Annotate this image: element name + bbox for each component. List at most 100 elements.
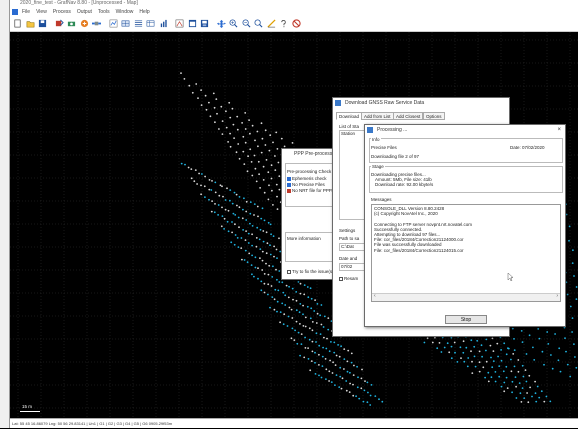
trajectory-point xyxy=(277,289,280,292)
trajectory-point xyxy=(291,327,294,330)
trajectory-point xyxy=(465,346,468,349)
grid-icon[interactable] xyxy=(120,18,131,29)
save-icon[interactable] xyxy=(37,18,48,29)
trajectory-point xyxy=(231,221,233,223)
ppp-try-fix-checkbox[interactable]: Try to fix the issue(s) xyxy=(287,269,334,274)
trajectory-point xyxy=(278,270,281,272)
trajectory-point xyxy=(522,375,525,378)
app-icon xyxy=(12,8,18,15)
scroll-right-icon[interactable]: › xyxy=(556,293,558,299)
menu-view[interactable]: View xyxy=(36,9,47,15)
trajectory-point xyxy=(310,297,313,300)
stop-icon[interactable] xyxy=(291,18,302,29)
trajectory-point xyxy=(313,310,316,312)
satellite-icon[interactable] xyxy=(91,18,102,29)
tab-download[interactable]: Download xyxy=(336,112,363,120)
measure-icon[interactable] xyxy=(266,18,277,29)
trajectory-point xyxy=(492,360,495,362)
trajectory-point xyxy=(340,387,343,390)
tab-add-closest[interactable]: Add Closest xyxy=(393,112,424,120)
trajectory-point xyxy=(265,252,268,255)
help-icon[interactable] xyxy=(278,18,289,29)
export-icon[interactable] xyxy=(199,18,210,29)
new-icon[interactable] xyxy=(12,18,23,29)
trajectory-point xyxy=(571,262,574,264)
trajectory-point xyxy=(573,275,575,277)
trajectory-point xyxy=(245,210,248,213)
menu-tools[interactable]: Tools xyxy=(98,9,110,15)
trajectory-point xyxy=(450,336,453,339)
tab-add-from-list[interactable]: Add from List xyxy=(361,112,394,120)
trajectory-point xyxy=(453,341,456,344)
stop-button[interactable]: Stop xyxy=(445,315,487,324)
checkbox[interactable] xyxy=(339,276,343,281)
tab-options[interactable]: Options xyxy=(423,112,445,120)
settings-label: Settings xyxy=(339,228,356,233)
trajectory-point xyxy=(234,214,237,216)
pan-icon[interactable] xyxy=(216,18,227,29)
horizontal-scrollbar[interactable]: ‹ › xyxy=(372,293,560,301)
trajectory-point xyxy=(268,184,270,187)
list-icon[interactable] xyxy=(133,18,144,29)
trajectory-point xyxy=(233,191,236,194)
trajectory-point xyxy=(273,245,275,248)
trajectory-point xyxy=(241,258,243,261)
trajectory-point xyxy=(266,242,269,245)
menu-window[interactable]: Window xyxy=(116,9,134,15)
trajectory-point xyxy=(213,106,216,109)
trajectory-point xyxy=(304,347,307,349)
trajectory-point xyxy=(269,306,271,309)
table-icon[interactable] xyxy=(145,18,156,29)
open-icon[interactable] xyxy=(25,18,36,29)
config-icon[interactable] xyxy=(66,18,77,29)
checkbox[interactable] xyxy=(287,269,291,274)
trajectory-point xyxy=(261,207,264,210)
trajectory-point xyxy=(474,365,477,368)
trajectory-point xyxy=(520,401,523,403)
trajectory-point xyxy=(244,239,247,242)
close-icon[interactable]: × xyxy=(557,125,561,135)
trajectory-point xyxy=(540,390,543,393)
trajectory-point xyxy=(253,214,255,216)
trajectory-point xyxy=(487,371,490,374)
zoom-in-icon[interactable] xyxy=(228,18,239,29)
trajectory-point xyxy=(353,364,355,367)
trajectory-point xyxy=(526,392,528,394)
trajectory-point xyxy=(256,226,259,229)
trajectory-point xyxy=(214,191,217,194)
trajectory-point xyxy=(194,169,197,172)
trajectory-point xyxy=(478,350,481,353)
map-icon[interactable] xyxy=(174,18,185,29)
resample-checkbox[interactable]: Resam xyxy=(339,276,358,281)
date-label: Date and xyxy=(339,256,358,261)
window-icon[interactable] xyxy=(187,18,198,29)
menu-file[interactable]: File xyxy=(22,9,30,15)
zoom-out-icon[interactable] xyxy=(241,18,252,29)
trajectory-point xyxy=(270,285,273,287)
trajectory-point xyxy=(340,345,342,348)
trajectory-point xyxy=(244,112,247,114)
zoom-extents-icon[interactable] xyxy=(253,18,264,29)
trajectory-point xyxy=(242,135,245,138)
chart-icon[interactable] xyxy=(158,18,169,29)
trajectory-point xyxy=(320,376,323,379)
menu-process[interactable]: Process xyxy=(53,9,71,15)
trajectory-point xyxy=(473,345,476,348)
trajectory-point xyxy=(276,195,278,198)
trajectory-point xyxy=(569,305,572,308)
process-icon[interactable] xyxy=(79,18,90,29)
station-column-header[interactable]: Station xyxy=(341,131,355,136)
menu-output[interactable]: Output xyxy=(77,9,92,15)
trajectory-point xyxy=(513,338,515,340)
trajectory-point xyxy=(270,177,273,180)
messages-list[interactable]: CONSOLE_DLL Version 8.80.2428 (c) Copyrig… xyxy=(371,204,561,302)
trajectory-point xyxy=(224,208,227,211)
trajectory-point xyxy=(333,351,336,354)
scroll-left-icon[interactable]: ‹ xyxy=(374,293,376,299)
menu-help[interactable]: Help xyxy=(139,9,149,15)
trajectory-point xyxy=(279,311,282,313)
plot-icon[interactable] xyxy=(108,18,119,29)
trajectory-point xyxy=(281,302,284,305)
trajectory-point xyxy=(231,231,234,234)
wizard-icon[interactable] xyxy=(54,18,65,29)
